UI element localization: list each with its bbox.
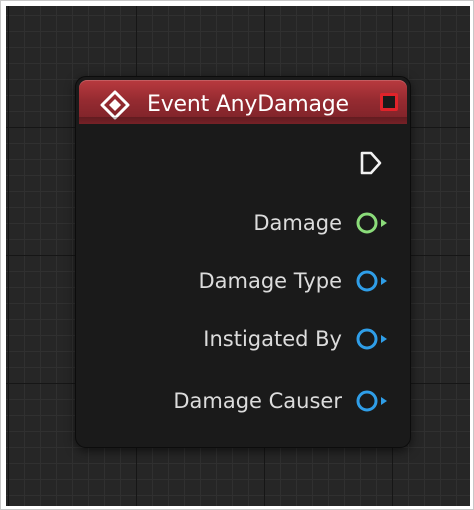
pin-row-damage-type[interactable]: Damage Type xyxy=(198,266,392,296)
pin-label-damage-type: Damage Type xyxy=(198,269,342,293)
pin-row-damage-causer[interactable]: Damage Causer xyxy=(173,386,392,416)
object-pin-icon[interactable] xyxy=(356,327,392,351)
pin-row-instigated-by[interactable]: Instigated By xyxy=(203,324,392,354)
node-title: Event AnyDamage xyxy=(147,92,349,117)
pin-label-damage: Damage xyxy=(253,211,342,235)
event-anydamage-node[interactable]: Event AnyDamage Damage Damage Type Insti… xyxy=(75,76,411,448)
delegate-pin-icon[interactable] xyxy=(380,93,398,111)
graph-canvas[interactable]: Event AnyDamage Damage Damage Type Insti… xyxy=(6,6,470,506)
object-pin-icon[interactable] xyxy=(356,269,392,293)
exec-output-pin-icon[interactable] xyxy=(358,150,384,176)
float-pin-icon[interactable] xyxy=(356,211,392,235)
event-diamond-icon xyxy=(100,90,130,120)
screenshot-frame: Event AnyDamage Damage Damage Type Insti… xyxy=(0,0,474,510)
pin-label-instigated-by: Instigated By xyxy=(203,327,342,351)
pin-label-damage-causer: Damage Causer xyxy=(173,389,342,413)
pin-row-damage[interactable]: Damage xyxy=(253,208,392,238)
object-pin-icon[interactable] xyxy=(356,389,392,413)
node-header[interactable]: Event AnyDamage xyxy=(79,80,407,124)
